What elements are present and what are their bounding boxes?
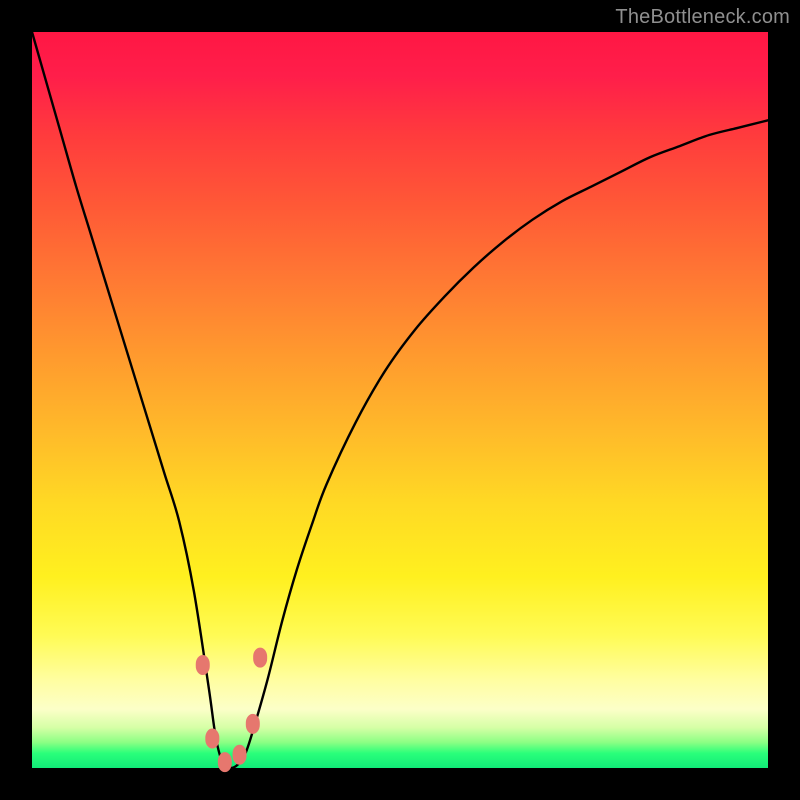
curve-marker [205,729,219,749]
curve-marker [196,655,210,675]
chart-frame: TheBottleneck.com [0,0,800,800]
watermark-text: TheBottleneck.com [615,6,790,29]
curve-marker [253,648,267,668]
bottleneck-curve [32,32,768,768]
curve-marker [246,714,260,734]
curve-marker [233,745,247,765]
curve-markers [196,648,267,773]
chart-overlay [32,32,768,768]
curve-marker [218,752,232,772]
